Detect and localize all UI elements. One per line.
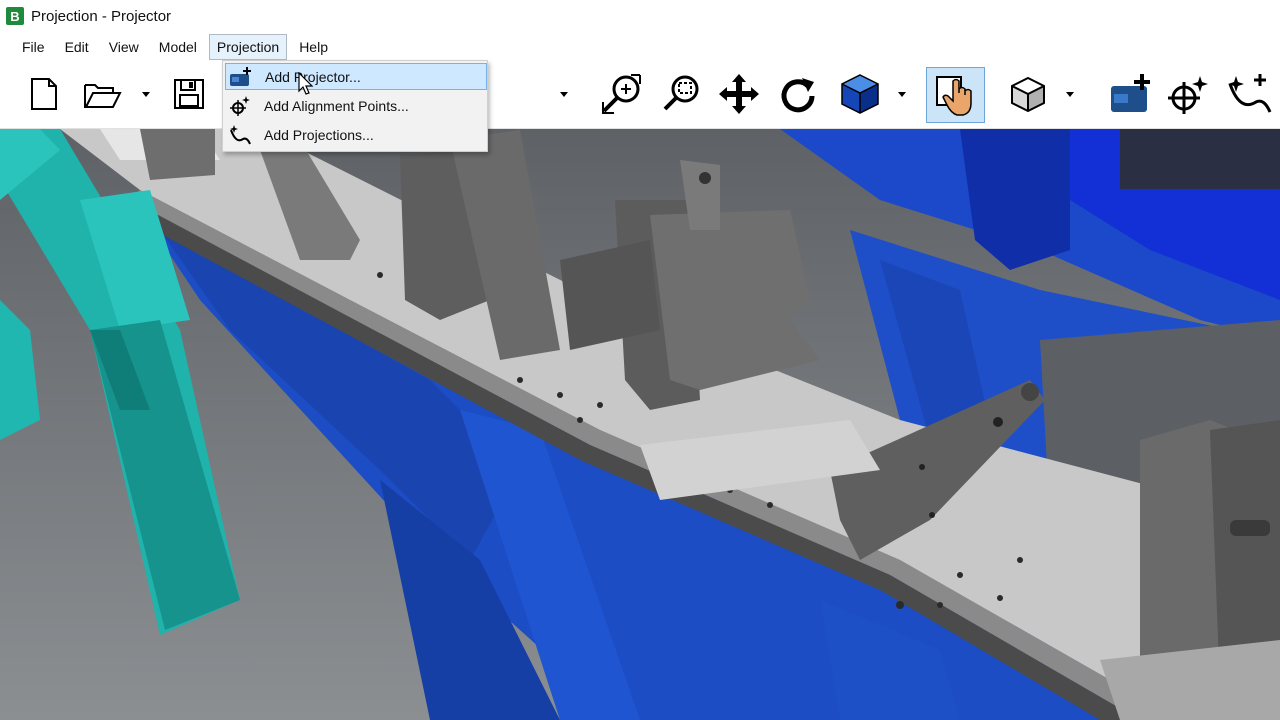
zoom-fit-icon — [602, 74, 641, 114]
view-cube-button[interactable] — [836, 69, 884, 119]
new-file-button[interactable] — [24, 69, 64, 119]
shading-dropdown-arrow-icon[interactable] — [1065, 89, 1075, 99]
projection-menu-dropdown: Add Projector... Add Alignment Points...… — [222, 60, 488, 152]
menu-model[interactable]: Model — [151, 34, 205, 60]
menu-projection[interactable]: Projection — [208, 33, 288, 60]
open-folder-icon — [84, 84, 122, 108]
menu-add-projections[interactable]: Add Projections... — [225, 121, 487, 148]
mouse-pointer-icon — [298, 72, 314, 95]
rotate-icon — [781, 78, 815, 113]
shaded-box-icon — [1011, 76, 1045, 113]
menu-add-alignment-points[interactable]: Add Alignment Points... — [225, 92, 487, 119]
combo-dropdown-arrow-icon[interactable] — [559, 89, 569, 99]
alignment-point-add-icon — [1168, 76, 1208, 114]
select-hand-icon — [935, 76, 972, 116]
menu-view[interactable]: View — [101, 34, 147, 60]
cad-model-rendering — [0, 129, 1280, 720]
projector-add-icon — [230, 66, 251, 86]
alignment-points-icon — [230, 95, 250, 116]
pan-button[interactable] — [716, 69, 762, 119]
open-dropdown-arrow-icon[interactable] — [141, 89, 151, 99]
add-alignment-point-toolbar-button[interactable] — [1164, 69, 1212, 119]
menu-add-projections-label: Add Projections... — [264, 126, 374, 143]
title-bar: B Projection - Projector — [0, 0, 1280, 32]
menu-file[interactable]: File — [14, 34, 53, 60]
cad-viewport[interactable] — [0, 129, 1280, 720]
add-projector-toolbar-button[interactable] — [1104, 69, 1154, 119]
add-projection-toolbar-button[interactable] — [1224, 69, 1274, 119]
menu-bar: File Edit View Model Projection Help — [0, 32, 1280, 61]
window-title: Projection - Projector — [31, 7, 172, 25]
menu-edit[interactable]: Edit — [57, 34, 97, 60]
projections-icon — [230, 124, 251, 144]
pan-icon — [719, 74, 759, 114]
new-file-icon — [31, 78, 57, 110]
rotate-button[interactable] — [775, 69, 821, 119]
zoom-fit-button[interactable] — [598, 69, 646, 119]
menu-help[interactable]: Help — [291, 34, 336, 60]
projection-add-icon — [1228, 74, 1272, 113]
zoom-window-button[interactable] — [660, 69, 706, 119]
shading-button[interactable] — [1004, 69, 1052, 119]
view-cube-dropdown-arrow-icon[interactable] — [897, 89, 907, 99]
save-button[interactable] — [170, 69, 208, 119]
open-button[interactable] — [82, 69, 124, 119]
main-toolbar: s — [0, 61, 1280, 169]
app-logo-icon: B — [6, 7, 24, 25]
menu-add-alignment-points-label: Add Alignment Points... — [264, 97, 409, 114]
view-cube-icon — [841, 74, 879, 114]
menu-add-projector[interactable]: Add Projector... — [225, 63, 487, 90]
select-button[interactable] — [926, 67, 985, 123]
zoom-window-icon — [663, 75, 699, 111]
save-icon — [174, 79, 204, 109]
projector-add-icon — [1111, 74, 1150, 112]
